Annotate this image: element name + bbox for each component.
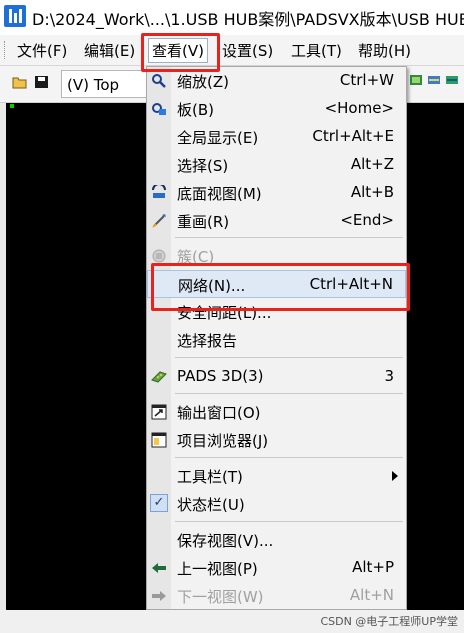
menu-item-label: 输出窗口(O) [177, 404, 261, 422]
redraw-icon [152, 214, 166, 228]
menu-item-label: 重画(R) [177, 213, 230, 231]
menu-settings[interactable]: 设置(S) [219, 40, 276, 61]
menu-separator [175, 521, 403, 522]
menu-item-label: 全局显示(E) [177, 129, 259, 147]
menu-item-pads-3d[interactable]: PADS 3D(3) 3 [147, 363, 406, 391]
menu-item-label: 缩放(Z) [177, 73, 229, 91]
menu-item-zoom[interactable]: 缩放(Z) Ctrl+W [147, 67, 406, 95]
title-bar: D:\2024_Work\...\1.USB HUB案例\PADSVX版本\US… [0, 0, 464, 33]
menu-item-label: 底面视图(M) [177, 185, 262, 203]
layer-select[interactable]: (V) Top [61, 70, 147, 98]
menu-bar: 文件(F) 编辑(E) 查看(V) 设置(S) 工具(T) 帮助(H) [0, 35, 464, 66]
status-bar: CSDN @电子工程师UP学堂 [0, 610, 464, 633]
menu-item-project-browser[interactable]: 项目浏览器(J) [147, 426, 406, 454]
menu-item-label: 工具栏(T) [177, 468, 243, 486]
forward-arrow-icon [152, 591, 166, 601]
menu-item-label: 项目浏览器(J) [177, 432, 269, 450]
menu-item-status-bar[interactable]: ✓ 状态栏(U) [147, 490, 406, 518]
menu-item-label: PADS 3D(3) [177, 367, 264, 385]
menu-separator [175, 237, 403, 238]
window-title: D:\2024_Work\...\1.USB HUB案例\PADSVX版本\US… [32, 10, 464, 29]
board-icon [152, 103, 166, 115]
back-arrow-icon [152, 563, 166, 573]
toolbar-icon-a[interactable] [409, 73, 423, 87]
toolbar-icon-c[interactable] [445, 73, 459, 87]
menu-item-cluster: 簇(C) [147, 242, 406, 270]
menu-item-toolbars[interactable]: 工具栏(T) [147, 462, 406, 490]
menu-item-nets[interactable]: 网络(N)... Ctrl+Alt+N [147, 270, 406, 298]
menu-item-select[interactable]: 选择(S) Alt+Z [147, 151, 406, 179]
menu-item-shortcut: Ctrl+Alt+E [312, 127, 394, 145]
menu-item-shortcut: Ctrl+Alt+N [309, 275, 393, 293]
menu-item-previous-view[interactable]: 上一视图(P) Alt+P [147, 554, 406, 582]
menu-item-label: 状态栏(U) [177, 496, 245, 514]
open-folder-icon[interactable] [12, 75, 28, 89]
menu-help[interactable]: 帮助(H) [355, 40, 414, 61]
menu-item-label: 上一视图(P) [177, 560, 258, 578]
menu-separator [175, 357, 403, 358]
bottom-view-icon [152, 185, 166, 198]
menu-item-shortcut: Alt+N [349, 586, 394, 604]
menu-item-selection-report[interactable]: 选择报告 [147, 326, 406, 354]
canvas-left-strip [0, 103, 6, 610]
menu-edit[interactable]: 编辑(E) [81, 40, 138, 61]
origin-marker [10, 104, 14, 108]
menu-item-redraw[interactable]: 重画(R) <End> [147, 207, 406, 235]
menu-item-label: 保存视图(V)... [177, 532, 274, 550]
save-icon[interactable] [34, 75, 50, 89]
menu-item-shortcut: Alt+P [352, 558, 394, 576]
app-icon [4, 5, 26, 27]
menu-separator [175, 393, 403, 394]
checkmark-icon: ✓ [150, 494, 168, 512]
menu-item-label: 板(B) [177, 101, 214, 119]
menu-file[interactable]: 文件(F) [14, 40, 70, 61]
menu-item-shortcut: 3 [384, 367, 394, 385]
menu-separator [175, 457, 403, 458]
pads-3d-icon [151, 371, 167, 383]
view-menu-dropdown: 缩放(Z) Ctrl+W 板(B) <Home> 全局显示(E) Ctrl+Al… [146, 66, 407, 610]
menu-item-shortcut: <End> [340, 211, 394, 229]
magnifier-icon [152, 74, 166, 88]
menu-item-next-view: 下一视图(W) Alt+N [147, 582, 406, 610]
menu-item-shortcut: Alt+B [350, 183, 394, 201]
menu-item-label: 安全间距(L)... [177, 304, 272, 322]
cluster-icon [152, 249, 166, 263]
menu-item-bottom-view[interactable]: 底面视图(M) Alt+B [147, 179, 406, 207]
menu-item-shortcut: Alt+Z [350, 155, 394, 173]
menu-item-extents[interactable]: 全局显示(E) Ctrl+Alt+E [147, 123, 406, 151]
menu-item-clearance[interactable]: 安全间距(L)... [147, 298, 406, 326]
output-window-icon [151, 404, 167, 420]
toolbar-icon-b[interactable] [427, 73, 441, 87]
menu-tools[interactable]: 工具(T) [288, 40, 345, 61]
menu-item-save-view[interactable]: 保存视图(V)... [147, 526, 406, 554]
project-browser-icon [151, 432, 167, 448]
submenu-arrow-icon [392, 471, 398, 481]
menu-item-label: 网络(N)... [178, 277, 246, 295]
menu-item-shortcut: Ctrl+W [339, 71, 394, 89]
menu-item-label: 选择(S) [177, 157, 229, 175]
menu-item-board[interactable]: 板(B) <Home> [147, 95, 406, 123]
menu-item-label: 簇(C) [177, 248, 215, 266]
menu-view[interactable]: 查看(V) [148, 38, 208, 63]
menu-item-output-window[interactable]: 输出窗口(O) [147, 398, 406, 426]
menu-item-label: 下一视图(W) [177, 588, 264, 606]
menu-item-label: 选择报告 [177, 332, 238, 350]
menubar-grip [4, 41, 8, 59]
watermark: CSDN @电子工程师UP学堂 [320, 615, 458, 628]
menu-item-shortcut: <Home> [324, 99, 394, 117]
